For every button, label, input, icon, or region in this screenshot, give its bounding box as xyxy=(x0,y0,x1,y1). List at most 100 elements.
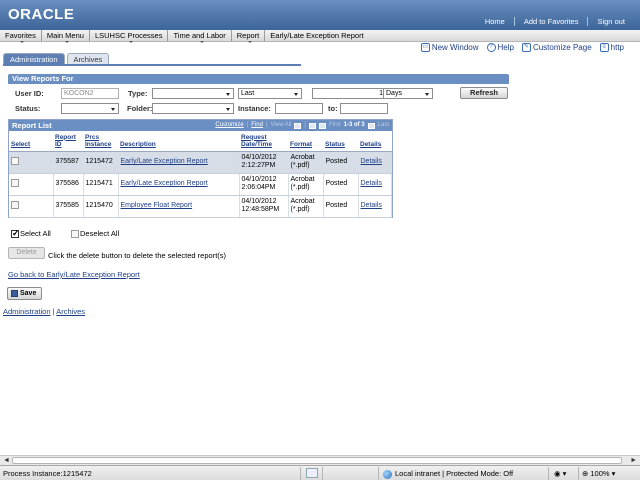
deselect-all-checkbox-icon xyxy=(71,230,79,238)
format-cell: Acrobat (*.pdf) xyxy=(288,151,324,174)
column-header-request-date[interactable]: Request Date/Time xyxy=(239,131,288,152)
deselect-all-control[interactable]: Deselect All xyxy=(71,229,119,238)
status-label: Status: xyxy=(15,104,41,113)
status-divider xyxy=(578,467,579,480)
description-cell: Early/Late Exception Report xyxy=(118,151,240,174)
customize-page-link[interactable]: ✎ Customize Page xyxy=(521,43,592,52)
menu-early-late-exception-report[interactable]: Early/Late Exception Report xyxy=(265,30,368,41)
status-divider xyxy=(300,467,301,480)
user-id-input[interactable]: KOCON2 xyxy=(61,88,119,99)
menu-time-and-labor[interactable]: Time and Labor xyxy=(168,30,232,43)
last-select[interactable]: Last xyxy=(238,88,302,99)
status-divider xyxy=(322,467,323,480)
view-reports-title: View Reports For xyxy=(8,74,509,84)
description-link[interactable]: Early/Late Exception Report xyxy=(121,158,208,165)
find-link[interactable]: Find xyxy=(251,120,263,131)
customize-icon: ✎ xyxy=(521,43,531,52)
customize-grid-link[interactable]: Customize xyxy=(215,120,243,131)
menu-main-menu[interactable]: Main Menu xyxy=(42,30,90,43)
refresh-button[interactable]: Refresh xyxy=(460,87,508,99)
description-cell: Early/Late Exception Report xyxy=(118,173,240,196)
status-cell: Posted xyxy=(323,173,359,196)
browser-status-bar: Process Instance:1215472 Local intranet … xyxy=(0,465,640,480)
status-select[interactable] xyxy=(61,103,119,114)
separator: | xyxy=(246,122,249,128)
view-reports-panel: View Reports For User ID: KOCON2 Type: L… xyxy=(8,74,509,118)
days-select[interactable]: Days xyxy=(383,88,433,99)
go-back-link[interactable]: Go back to Early/Late Exception Report xyxy=(8,270,140,279)
column-header-format[interactable]: Format xyxy=(288,131,323,152)
sign-out-link[interactable]: Sign out xyxy=(587,17,634,26)
protected-mode-icon[interactable]: ◉ ▾ xyxy=(554,468,566,479)
column-header-status[interactable]: Status xyxy=(323,131,358,152)
scroll-thumb[interactable] xyxy=(12,457,622,464)
format-cell: Acrobat (*.pdf) xyxy=(288,195,324,218)
row-select-checkbox[interactable] xyxy=(11,178,19,187)
delete-button[interactable]: Delete xyxy=(8,247,45,259)
page-links: ▭ New Window ? Help ✎ Customize Page ≡ http xyxy=(420,43,624,52)
menu-lsuhsc-processes[interactable]: LSUHSC Processes xyxy=(90,30,169,43)
description-link[interactable]: Early/Late Exception Report xyxy=(121,180,208,187)
new-window-link[interactable]: ▭ New Window xyxy=(420,43,479,52)
details-link[interactable]: Details xyxy=(361,158,382,165)
description-cell: Employee Float Report xyxy=(118,195,240,218)
folder-select[interactable] xyxy=(152,103,234,114)
add-to-favorites-link[interactable]: Add to Favorites xyxy=(513,17,588,26)
column-header-select[interactable]: Select xyxy=(9,131,53,152)
column-header-description[interactable]: Description xyxy=(118,131,239,152)
help-link[interactable]: ? Help xyxy=(486,43,514,52)
select-all-checkbox-icon xyxy=(11,228,20,239)
download-grid-icon[interactable] xyxy=(294,122,302,129)
menu-report[interactable]: Report xyxy=(232,30,266,43)
details-link[interactable]: Details xyxy=(361,202,382,209)
instance-to-input[interactable] xyxy=(340,103,388,114)
last-arrow-icon[interactable] xyxy=(367,122,375,129)
row-select-checkbox[interactable] xyxy=(11,200,19,209)
column-header-details[interactable]: Details xyxy=(358,131,392,152)
select-all-control[interactable]: Select All xyxy=(11,228,51,239)
instance-from-input[interactable] xyxy=(275,103,323,114)
report-list-header: Report List Customize | Find | View All … xyxy=(9,120,392,131)
home-link[interactable]: Home xyxy=(476,17,514,26)
tab-archives[interactable]: Archives xyxy=(66,53,110,64)
footer-archives-link[interactable]: Archives xyxy=(56,307,85,316)
table-row: 375585 1215470 Employee Float Report 04/… xyxy=(9,195,392,218)
first-link[interactable]: First xyxy=(329,120,341,131)
horizontal-scrollbar[interactable]: ◄ ► xyxy=(0,455,640,465)
zoom-control[interactable]: ⊕ 100% ▾ xyxy=(582,468,615,479)
header-banner: ORACLE Home Add to Favorites Sign out xyxy=(0,0,640,30)
caret-down-icon xyxy=(199,41,204,43)
instance-label: Instance: xyxy=(238,104,271,113)
select-cell xyxy=(9,151,54,174)
details-link[interactable]: Details xyxy=(361,180,382,187)
first-arrow-icon[interactable] xyxy=(318,122,326,129)
grid-view-icon[interactable] xyxy=(308,122,316,129)
status-cell: Posted xyxy=(323,195,359,218)
description-link[interactable]: Employee Float Report xyxy=(121,202,193,209)
delete-instructions: Click the delete button to delete the se… xyxy=(48,251,227,260)
footer-administration-link[interactable]: Administration xyxy=(3,307,51,316)
last-link[interactable]: Last xyxy=(378,120,389,131)
help-icon: ? xyxy=(486,43,496,52)
http-link[interactable]: ≡ http xyxy=(599,43,624,52)
request-date-cell: 04/10/2012 12:48:58PM xyxy=(239,195,289,218)
caret-down-icon xyxy=(248,41,252,43)
footer-links: Administration | Archives xyxy=(3,307,85,316)
status-divider xyxy=(548,467,549,480)
menu-favorites[interactable]: Favorites xyxy=(0,30,42,43)
view-all-link[interactable]: View All xyxy=(271,120,292,131)
status-icon xyxy=(306,468,318,478)
tab-administration[interactable]: Administration xyxy=(3,53,65,64)
type-select[interactable] xyxy=(152,88,234,99)
instance-cell: 1215470 xyxy=(83,195,119,218)
column-header-prcs-instance[interactable]: Prcs Instance xyxy=(83,131,118,152)
column-header-report-id[interactable]: Report ID xyxy=(53,131,83,152)
last-value-input[interactable]: 1 xyxy=(312,88,386,99)
scroll-right-icon[interactable]: ► xyxy=(630,457,637,464)
link-icon: ≡ xyxy=(599,43,609,52)
process-instance-status: Process Instance:1215472 xyxy=(3,469,92,478)
scroll-left-icon[interactable]: ◄ xyxy=(3,457,10,464)
save-button[interactable]: Save xyxy=(7,287,42,300)
request-date-cell: 04/10/2012 2:06:04PM xyxy=(239,173,289,196)
row-select-checkbox[interactable] xyxy=(11,156,19,165)
